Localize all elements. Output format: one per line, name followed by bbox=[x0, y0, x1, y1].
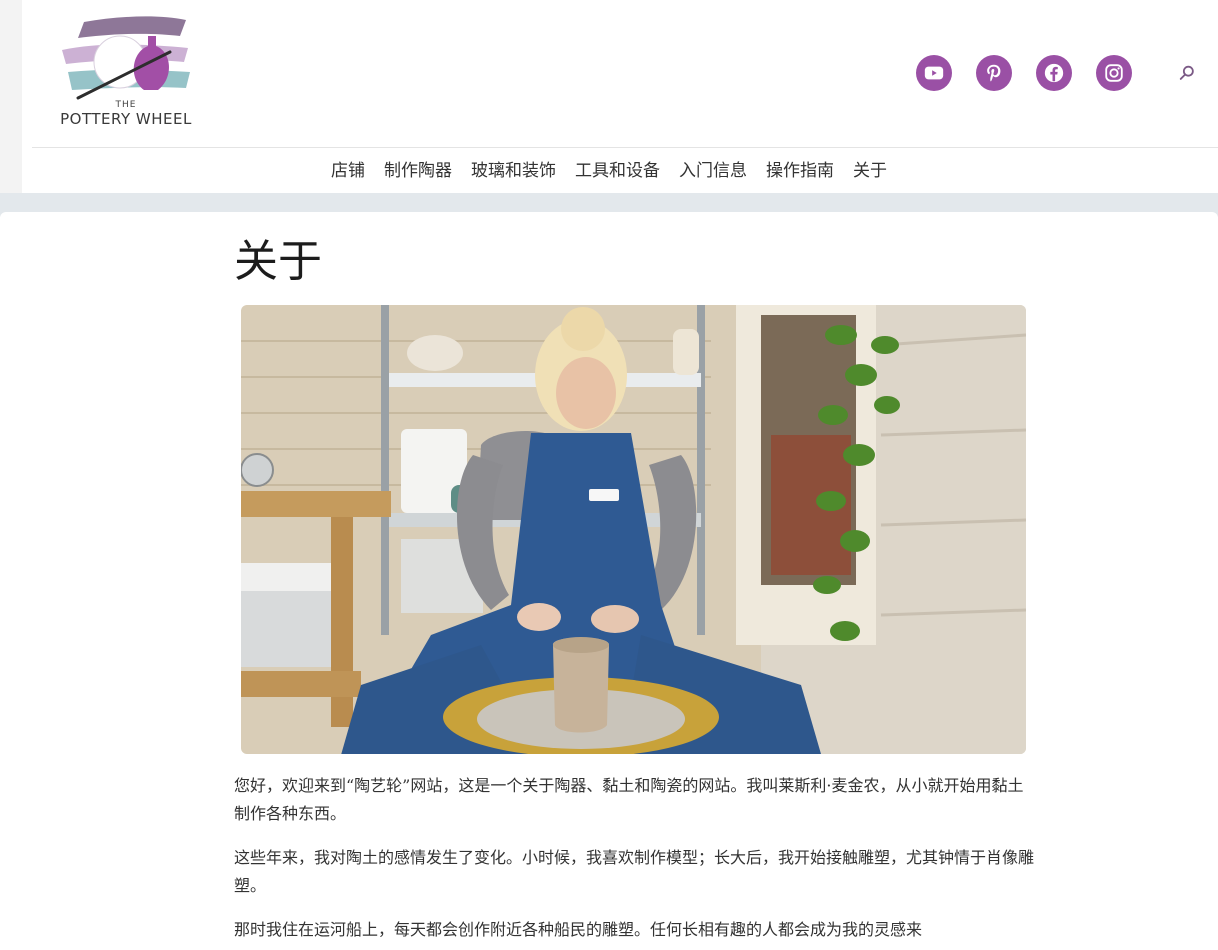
logo-the-text: THE bbox=[115, 100, 137, 110]
site-header: THE POTTERY WHEEL 店铺 制作陶器 玻璃和装饰 工具和设备 入门… bbox=[0, 0, 1218, 193]
nav-item-shop[interactable]: 店铺 bbox=[331, 158, 365, 186]
logo-name-text: POTTERY WHEEL bbox=[60, 110, 192, 128]
instagram-link[interactable] bbox=[1096, 55, 1132, 91]
about-paragraph-1: 您好，欢迎来到“陶艺轮”网站，这是一个关于陶器、黏土和陶瓷的网站。我叫莱斯利·麦… bbox=[234, 776, 1024, 823]
facebook-icon bbox=[1044, 63, 1064, 83]
youtube-icon bbox=[924, 66, 944, 80]
main-nav: 店铺 制作陶器 玻璃和装饰 工具和设备 入门信息 操作指南 关于 bbox=[0, 158, 1218, 186]
about-paragraph-2: 这些年来，我对陶土的感情发生了变化。小时候，我喜欢制作模型；长大后，我开始接触雕… bbox=[234, 848, 1035, 895]
nav-item-glaze-decoration[interactable]: 玻璃和装饰 bbox=[471, 158, 556, 186]
pinterest-link[interactable] bbox=[976, 55, 1012, 91]
potter-photo bbox=[241, 305, 1026, 754]
about-paragraph-3: 那时我住在运河船上，每天都会创作附近各种船民的雕塑。任何长相有趣的人都会成为我的… bbox=[234, 920, 923, 939]
site-logo[interactable]: THE POTTERY WHEEL bbox=[48, 14, 208, 132]
instagram-icon bbox=[1105, 64, 1123, 82]
nav-item-tools-equipment[interactable]: 工具和设备 bbox=[575, 158, 660, 186]
main-content: 关于 您好，欢迎来到“陶艺轮”网站，这是一个关于陶器、黏土和陶瓷的网站。我叫莱斯… bbox=[0, 212, 1218, 950]
nav-divider bbox=[32, 147, 1218, 148]
nav-item-about[interactable]: 关于 bbox=[853, 158, 887, 186]
youtube-link[interactable] bbox=[916, 55, 952, 91]
nav-item-how-to[interactable]: 操作指南 bbox=[766, 158, 834, 186]
search-icon[interactable] bbox=[1178, 64, 1196, 82]
logo-vase-icon bbox=[62, 16, 190, 100]
nav-item-making-pottery[interactable]: 制作陶器 bbox=[384, 158, 452, 186]
facebook-link[interactable] bbox=[1036, 55, 1072, 91]
page-title: 关于 bbox=[234, 236, 322, 287]
nav-item-getting-started[interactable]: 入门信息 bbox=[679, 158, 747, 186]
pinterest-icon bbox=[987, 64, 1001, 82]
